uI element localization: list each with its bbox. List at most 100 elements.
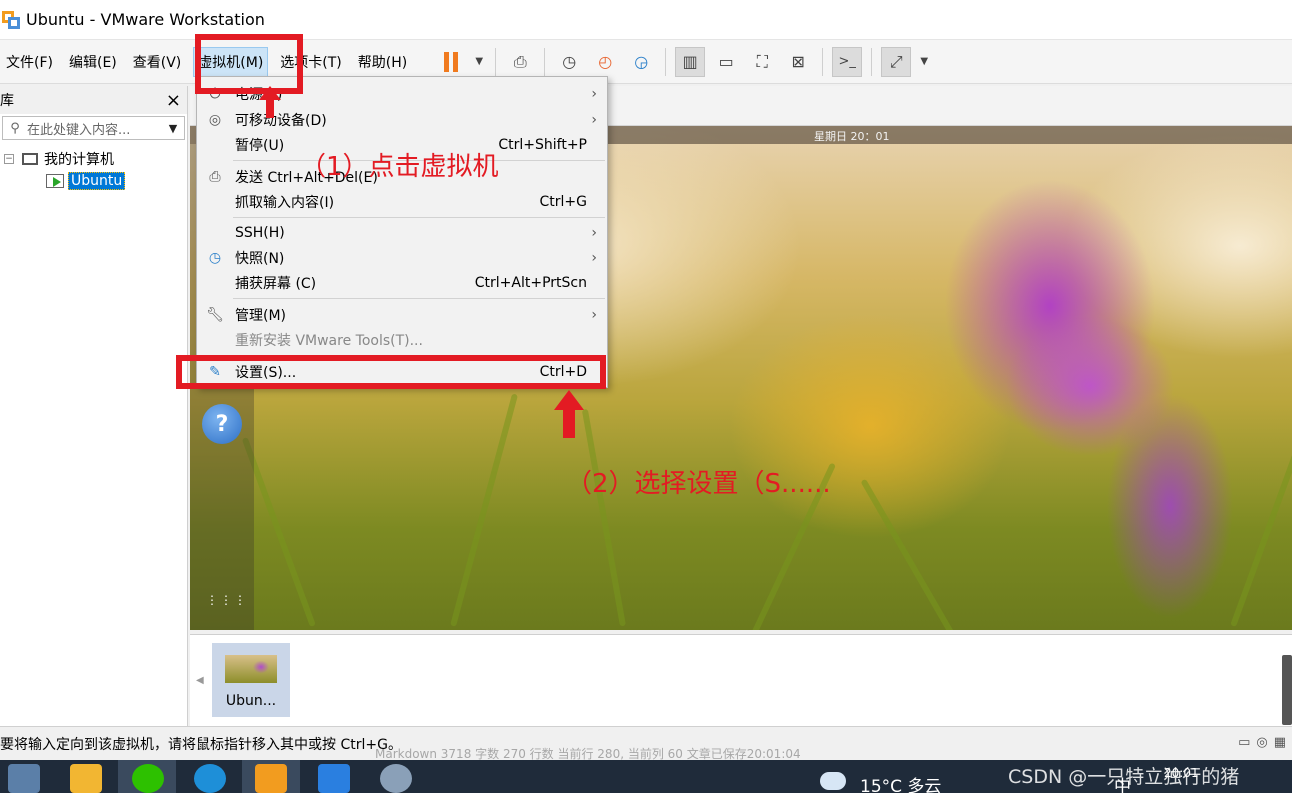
search-icon: ⚲	[10, 120, 20, 136]
menu-separator	[233, 217, 605, 218]
cd-icon[interactable]: ◎	[1256, 735, 1267, 750]
library-header: 库 ×	[0, 86, 187, 114]
menu-item-label: 捕获屏幕 (C)	[235, 275, 317, 292]
menu-file[interactable]: 文件(F)	[2, 47, 57, 77]
weather-icon	[820, 772, 846, 790]
tree-item-label: 我的计算机	[44, 152, 114, 168]
scrollbar[interactable]	[1282, 655, 1292, 725]
toolbar-separator	[871, 47, 873, 76]
tree-item-my-computer[interactable]: − 我的计算机	[0, 148, 187, 170]
toolbar: ▼ ⎙ ◷ ◴ ◶ ▥ ▭ ⛶ ⊠ >_ ⤢ ▼	[433, 46, 934, 77]
library-close-icon[interactable]: ×	[166, 90, 181, 111]
annotation-step2: （2）选择设置（S......	[566, 469, 831, 499]
edge-icon[interactable]	[194, 764, 226, 793]
snapshot-take-icon[interactable]: ◷	[554, 47, 584, 77]
toolbar-separator	[544, 47, 546, 76]
pause-dropdown-icon[interactable]: ▼	[472, 47, 486, 77]
phone-app-icon[interactable]	[318, 764, 350, 793]
menu-bar: 文件(F) 编辑(E) 查看(V) 虚拟机(M) 选项卡(T) 帮助(H) ▼ …	[0, 40, 1292, 84]
menu-item-ssh[interactable]: SSH(H) ›	[197, 220, 607, 245]
menu-item-label: 重新安装 VMware Tools(T)...	[235, 332, 423, 349]
menu-item-label: 快照(N)	[235, 250, 285, 267]
menu-item-shortcut: Ctrl+Shift+P	[498, 136, 587, 153]
menu-item-manage[interactable]: 🔧︎ 管理(M) ›	[197, 302, 607, 327]
thumbnail-bar: ◀ Ubun...	[190, 634, 1292, 726]
vm-thumbnail-label: Ubun...	[225, 693, 277, 709]
library-tree: − 我的计算机 Ubuntu	[0, 148, 187, 192]
snapshot-manager-icon[interactable]: ◶	[626, 47, 656, 77]
vm-running-icon	[46, 174, 64, 188]
vmware-logo-icon	[2, 10, 20, 29]
menu-help[interactable]: 帮助(H)	[354, 47, 411, 77]
help-icon[interactable]: ?	[202, 404, 242, 444]
submenu-arrow-icon: ›	[591, 111, 597, 128]
annotation-step1: （1）点击虚拟机	[300, 152, 499, 182]
send-keys-icon[interactable]: ⎙	[505, 47, 535, 77]
snapshot-revert-icon[interactable]: ◴	[590, 47, 620, 77]
submenu-arrow-icon: ›	[591, 306, 597, 323]
fullscreen-dropdown-icon[interactable]: ▼	[917, 47, 931, 77]
status-bar: 要将输入定向到该虚拟机，请将鼠标指针移入其中或按 Ctrl+G。 Markdow…	[0, 726, 1292, 761]
library-title: 库	[0, 93, 14, 109]
fullscreen-icon[interactable]: ⤢	[881, 46, 912, 77]
wechat-icon[interactable]	[132, 764, 164, 793]
submenu-arrow-icon: ›	[591, 224, 597, 241]
show-apps-icon[interactable]: ⋮⋮⋮	[206, 594, 246, 620]
guest-clock: 星期日 20：01	[814, 130, 890, 143]
library-search-placeholder: 在此处键入内容...	[27, 122, 131, 138]
submenu-arrow-icon: ›	[591, 249, 597, 266]
wrench-icon: 🔧︎	[206, 306, 224, 323]
tree-item-ubuntu[interactable]: Ubuntu	[0, 170, 187, 192]
removable-device-icon: ◎	[208, 111, 222, 128]
sidebar-view-icon[interactable]: ▥	[675, 46, 706, 77]
annotation-box-settings	[176, 355, 606, 389]
snapshot-icon: ◷	[208, 249, 222, 266]
menu-item-label: SSH(H)	[235, 224, 285, 241]
keyboard-app-icon[interactable]	[8, 764, 40, 793]
library-panel: 库 × ⚲ 在此处键入内容... ▼ − 我的计算机 Ubuntu	[0, 86, 188, 726]
hard-disk-icon[interactable]: ▭	[1238, 735, 1250, 750]
autofit-icon[interactable]: ⊠	[783, 47, 813, 77]
annotation-arrow-1	[259, 86, 281, 118]
menu-item-shortcut: Ctrl+G	[539, 193, 588, 210]
chevron-down-icon[interactable]: ▼	[162, 122, 184, 135]
menu-item-label: 可移动设备(D)	[235, 112, 327, 129]
pause-icon[interactable]	[436, 47, 466, 77]
menu-item-label: 管理(M)	[235, 307, 287, 324]
collapse-icon[interactable]: −	[4, 154, 14, 164]
title-bar: Ubuntu - VMware Workstation	[0, 0, 1292, 40]
submenu-arrow-icon: ›	[591, 85, 597, 102]
console-icon[interactable]: >_	[832, 46, 863, 77]
computer-icon	[22, 153, 38, 165]
weather-text[interactable]: 15°C 多云	[860, 772, 941, 793]
vm-thumbnail-image	[225, 655, 277, 683]
menu-item-grab-input[interactable]: 抓取输入内容(I) Ctrl+G	[197, 189, 607, 214]
annotation-box-vm-menu	[195, 34, 303, 94]
fit-view-icon[interactable]: ⛶	[747, 47, 777, 77]
window-title: Ubuntu - VMware Workstation	[26, 10, 265, 29]
settings-gear-icon[interactable]	[380, 764, 412, 793]
menu-item-snapshot[interactable]: ◷ 快照(N) ›	[197, 245, 607, 270]
menu-item-reinstall-tools: 重新安装 VMware Tools(T)...	[197, 327, 607, 352]
menu-view[interactable]: 查看(V)	[129, 47, 186, 77]
send-keys-icon: ⎙	[209, 168, 221, 185]
menu-separator	[233, 298, 605, 299]
vmware-icon[interactable]	[255, 764, 287, 793]
scroll-left-icon[interactable]: ◀	[196, 675, 204, 686]
toolbar-separator	[495, 47, 497, 76]
thumbnail-view-icon[interactable]: ▭	[711, 47, 741, 77]
annotation-arrow-2	[554, 390, 584, 438]
tree-item-label: Ubuntu	[68, 172, 126, 190]
menu-edit[interactable]: 编辑(E)	[65, 47, 121, 77]
file-explorer-icon[interactable]	[70, 764, 102, 793]
status-text: 要将输入定向到该虚拟机，请将鼠标指针移入其中或按 Ctrl+G。	[0, 736, 402, 753]
csdn-watermark: CSDN @一只特立独行的猪 ️	[1008, 766, 1246, 788]
vm-thumbnail[interactable]: Ubun...	[212, 643, 290, 717]
library-search-input[interactable]: ⚲ 在此处键入内容... ▼	[2, 116, 185, 140]
toolbar-separator	[665, 47, 667, 76]
network-icon[interactable]: ▦	[1274, 735, 1286, 750]
menu-item-label: 抓取输入内容(I)	[235, 194, 335, 211]
status-device-icons: ▭ ◎ ▦	[1238, 735, 1286, 750]
menu-item-capture-screen[interactable]: 捕获屏幕 (C) Ctrl+Alt+PrtScn	[197, 270, 607, 295]
menu-item-shortcut: Ctrl+Alt+PrtScn	[474, 274, 587, 291]
